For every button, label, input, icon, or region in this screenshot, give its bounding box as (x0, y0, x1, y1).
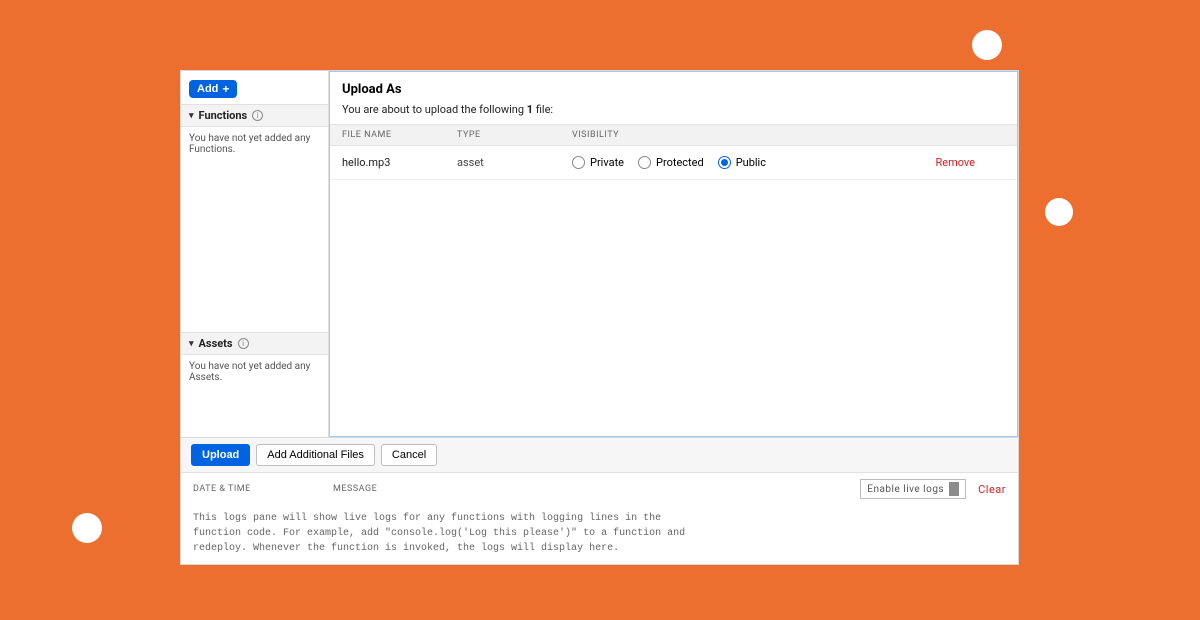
logs-pane: DATE & TIME MESSAGE Enable live logs Cle… (181, 472, 1018, 564)
upload-panel: Upload As You are about to upload the fo… (329, 71, 1018, 437)
assets-label: Assets (199, 337, 233, 350)
enable-live-label: Enable live logs (867, 484, 944, 495)
sidebar: Add + ▾ Functions i You have not yet add… (181, 71, 329, 437)
file-type: asset (457, 156, 572, 169)
add-button[interactable]: Add + (189, 80, 237, 98)
chevron-down-icon: ▾ (189, 111, 194, 121)
radio-label: Public (736, 156, 766, 169)
add-additional-files-button[interactable]: Add Additional Files (256, 444, 375, 466)
radio-label: Protected (656, 156, 704, 169)
plus-icon: + (222, 83, 229, 95)
clear-logs-link[interactable]: Clear (978, 483, 1006, 496)
col-file-name: FILE NAME (342, 130, 457, 140)
decor-circle (1045, 198, 1073, 226)
upload-button[interactable]: Upload (191, 444, 250, 466)
info-icon: i (238, 338, 249, 349)
sentence-post: file: (533, 103, 553, 116)
visibility-options: Private Protected Public (572, 156, 935, 169)
chevron-down-icon: ▾ (189, 339, 194, 349)
file-name: hello.mp3 (342, 156, 457, 169)
upload-heading: Upload As (330, 72, 1017, 103)
radio-icon (718, 156, 731, 169)
file-row: hello.mp3 asset Private Protected Public (330, 146, 1017, 180)
logs-col-message: MESSAGE (333, 484, 860, 494)
file-table-header: FILE NAME TYPE VISIBILITY (330, 124, 1017, 146)
visibility-public[interactable]: Public (718, 156, 766, 169)
enable-live-logs-toggle[interactable]: Enable live logs (860, 479, 966, 499)
cancel-button[interactable]: Cancel (381, 444, 437, 466)
logs-col-date: DATE & TIME (193, 484, 333, 494)
decor-circle (72, 513, 102, 543)
visibility-private[interactable]: Private (572, 156, 624, 169)
visibility-protected[interactable]: Protected (638, 156, 704, 169)
upload-sentence: You are about to upload the following 1 … (330, 103, 1017, 124)
radio-label: Private (590, 156, 624, 169)
radio-icon (572, 156, 585, 169)
logs-placeholder-text: This logs pane will show live logs for a… (181, 505, 701, 564)
functions-section-header[interactable]: ▾ Functions i (181, 104, 328, 127)
decor-circle (972, 30, 1002, 60)
radio-icon (638, 156, 651, 169)
logs-header: DATE & TIME MESSAGE Enable live logs Cle… (181, 473, 1018, 505)
assets-empty-text: You have not yet added any Assets. (181, 355, 328, 437)
sentence-pre: You are about to upload the following (342, 103, 527, 116)
top-region: Add + ▾ Functions i You have not yet add… (181, 71, 1018, 437)
add-button-label: Add (197, 83, 218, 95)
info-icon: i (252, 110, 263, 121)
col-type: TYPE (457, 130, 572, 140)
toggle-icon (949, 482, 959, 496)
add-row: Add + (181, 71, 328, 104)
remove-link[interactable]: Remove (935, 156, 975, 169)
app-window: Add + ▾ Functions i You have not yet add… (180, 70, 1019, 565)
functions-empty-text: You have not yet added any Functions. (181, 127, 328, 332)
functions-label: Functions (199, 109, 248, 122)
action-bar: Upload Add Additional Files Cancel (181, 437, 1018, 472)
col-visibility: VISIBILITY (572, 130, 1005, 140)
assets-section-header[interactable]: ▾ Assets i (181, 332, 328, 355)
